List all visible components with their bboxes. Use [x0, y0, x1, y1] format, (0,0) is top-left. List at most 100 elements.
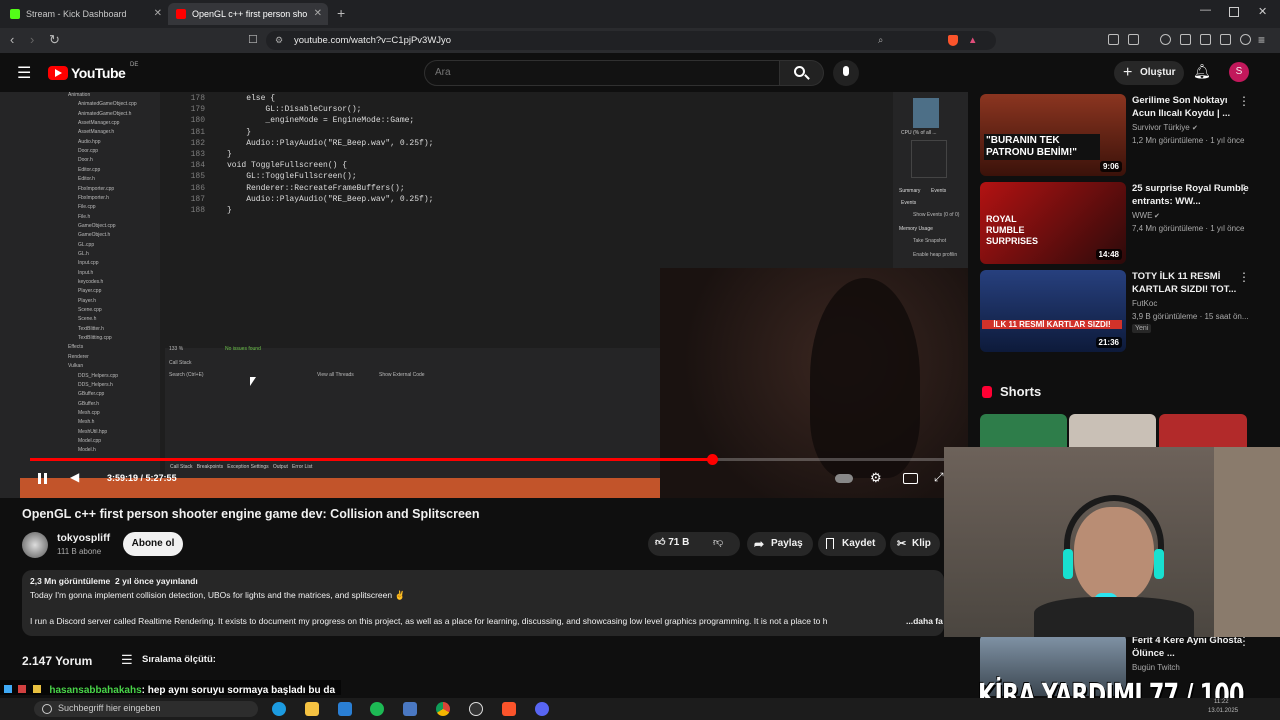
site-info-icon[interactable]: ⚙	[275, 31, 283, 50]
new-tab-button[interactable]: +	[337, 5, 345, 21]
recommended-channel[interactable]: WWE	[1132, 211, 1152, 220]
solution-explorer-tree: Animation AnimatedGameObject.cpp AnimatedG…	[0, 92, 160, 498]
headset-light	[1154, 549, 1164, 579]
recommended-thumbnail[interactable]: "BURANIN TEK PATRONU BENİM!" 9:06	[980, 94, 1126, 176]
spotify-icon[interactable]	[370, 702, 384, 716]
notifications-bell-icon[interactable]: 🔔︎	[1193, 63, 1211, 80]
autoplay-toggle[interactable]	[835, 474, 853, 483]
video-player[interactable]: Animation AnimatedGameObject.cpp AnimatedG…	[0, 92, 968, 498]
clip-button[interactable]: ✂ Klip	[890, 532, 940, 556]
tree-file: File.h	[78, 213, 91, 220]
recommended-channel[interactable]: Survivor Türkiye	[1132, 123, 1190, 132]
account-avatar[interactable]: S	[1229, 62, 1249, 82]
dislike-button[interactable]: 👎︎	[713, 536, 723, 548]
recommended-title[interactable]: TOTY İLK 11 RESMİ KARTLAR SIZDI! TOT...	[1132, 270, 1252, 296]
taskbar-search[interactable]: Suchbegriff hier eingeben	[34, 701, 258, 717]
recommended-thumbnail[interactable]: İLK 11 RESMİ KARTLAR SIZDI! 21:36	[980, 270, 1126, 352]
tree-file: Mesh.cpp	[78, 409, 100, 416]
line-number: 184	[190, 161, 205, 171]
recommended-channel[interactable]: FutKoc	[1132, 299, 1157, 308]
brave-icon[interactable]	[502, 702, 516, 716]
more-options-icon[interactable]: ⋮	[1238, 182, 1250, 196]
share-button[interactable]: ➦ Paylaş	[747, 532, 813, 556]
close-tab-icon[interactable]: ✕	[314, 3, 322, 25]
create-button[interactable]: + Oluştur	[1114, 61, 1184, 85]
chat-badge-icon	[4, 685, 12, 693]
extension-icon[interactable]	[1128, 34, 1139, 45]
taskbar-clock[interactable]: 11:22	[1214, 699, 1229, 705]
wallet-icon[interactable]	[1200, 34, 1211, 45]
close-window-icon[interactable]: ✕	[1258, 5, 1267, 18]
sidebar-icon[interactable]	[1180, 34, 1191, 45]
tree-file: Editor.cpp	[78, 166, 101, 173]
theater-mode-icon[interactable]	[903, 473, 918, 484]
video-duration: 14:48	[1095, 249, 1122, 260]
calculator-icon[interactable]	[403, 702, 417, 716]
chrome-icon[interactable]	[436, 702, 450, 716]
close-tab-icon[interactable]: ✕	[154, 3, 162, 25]
recommended-title[interactable]: Ferit 4 Kere Aynı Ghosta Ölünce ...	[1132, 634, 1252, 660]
recommended-channel[interactable]: Bugün Twitch	[1132, 663, 1180, 672]
fullscreen-icon[interactable]: ⤢	[934, 470, 944, 485]
short-thumbnail[interactable]	[1159, 414, 1247, 448]
media-icon[interactable]	[1160, 34, 1171, 45]
discord-icon[interactable]	[535, 702, 549, 716]
channel-name[interactable]: tokyospliff	[57, 532, 110, 544]
subscribe-button[interactable]: Abone ol	[123, 532, 183, 556]
youtube-header: ☰ YouTube DE Ara + Oluştur 🔔︎ S	[0, 53, 1280, 93]
search-input[interactable]: Ara	[424, 60, 780, 86]
video-progress-bar[interactable]	[30, 454, 945, 465]
pause-icon[interactable]	[38, 473, 41, 484]
zoom-icon[interactable]: ⌕	[878, 31, 883, 50]
more-options-icon[interactable]: ⋮	[1238, 270, 1250, 284]
diag-tab-summary[interactable]: Summary	[899, 188, 920, 194]
view-threads-button: View all Threads	[317, 372, 354, 378]
volume-icon[interactable]: ◀︎	[70, 470, 79, 484]
vpn-icon[interactable]	[1220, 34, 1231, 45]
file-explorer-icon[interactable]	[305, 702, 319, 716]
voice-search-button[interactable]	[833, 60, 859, 86]
recommended-title[interactable]: 25 surprise Royal Rumble entrants: WW...	[1132, 182, 1252, 208]
recommended-title[interactable]: Gerilime Son Noktayı Acun Ilıcalı Koydu …	[1132, 94, 1252, 120]
line-number: 182	[190, 138, 205, 148]
search-button[interactable]	[780, 60, 824, 86]
extension-icon[interactable]	[1108, 34, 1119, 45]
channel-avatar[interactable]	[22, 532, 48, 558]
brave-shield-icon[interactable]	[948, 35, 958, 46]
restore-icon[interactable]	[1229, 7, 1239, 17]
edge-icon[interactable]	[272, 702, 286, 716]
code-line: Audio::PlayAudio("RE_Beep.wav", 0.25f);	[227, 138, 434, 148]
call-stack-title: Call Stack	[169, 360, 192, 366]
store-icon[interactable]	[338, 702, 352, 716]
address-bar[interactable]: ⚙ youtube.com/watch?v=C1pjPv3WJyo ⌕ ▲	[266, 31, 996, 50]
description-line-2-wrap: I run a Discord server called Realtime R…	[30, 616, 902, 626]
search-handle-icon	[804, 74, 810, 80]
hamburger-menu-icon[interactable]: ☰	[17, 63, 31, 83]
settings-gear-icon[interactable]: ⚙	[870, 470, 882, 486]
short-thumbnail[interactable]	[980, 414, 1067, 448]
brave-rewards-icon[interactable]: ▲	[968, 31, 977, 50]
minimize-icon[interactable]: —	[1200, 4, 1211, 16]
bookmark-icon[interactable]: ☐	[248, 33, 258, 47]
menu-icon[interactable]: ≡	[1258, 33, 1265, 47]
tab-youtube-video[interactable]: OpenGL c++ first person sho ✕	[168, 3, 328, 25]
tab-kick-dashboard[interactable]: Stream - Kick Dashboard ✕	[2, 3, 168, 25]
short-thumbnail[interactable]	[1069, 414, 1156, 448]
recommended-thumbnail[interactable]: ROYAL RUMBLE SURPRISES 14:48	[980, 182, 1126, 264]
more-options-icon[interactable]: ⋮	[1238, 94, 1250, 108]
back-icon[interactable]: ‹	[10, 33, 14, 47]
reload-icon[interactable]: ↻	[49, 33, 60, 47]
scrubber-handle[interactable]	[706, 454, 718, 465]
shield-icon[interactable]	[1240, 34, 1251, 45]
sort-icon[interactable]: ☰	[121, 652, 133, 668]
save-button[interactable]: Kaydet	[818, 532, 886, 556]
taskbar-date[interactable]: 13.01.2025	[1208, 708, 1238, 714]
forward-icon[interactable]: ›	[30, 33, 34, 47]
obs-icon[interactable]	[469, 702, 483, 716]
like-button[interactable]: 👍︎ 71 B	[655, 536, 689, 548]
sort-label[interactable]: Sıralama ölçütü:	[142, 654, 216, 665]
show-more-link[interactable]: ...daha fa	[906, 616, 943, 626]
diag-tab-events[interactable]: Events	[931, 188, 946, 194]
description-box[interactable]: 2,3 Mn görüntüleme 2 yıl önce yayınlandı…	[22, 570, 944, 636]
code-line: _engineMode = EngineMode::Game;	[227, 116, 415, 126]
